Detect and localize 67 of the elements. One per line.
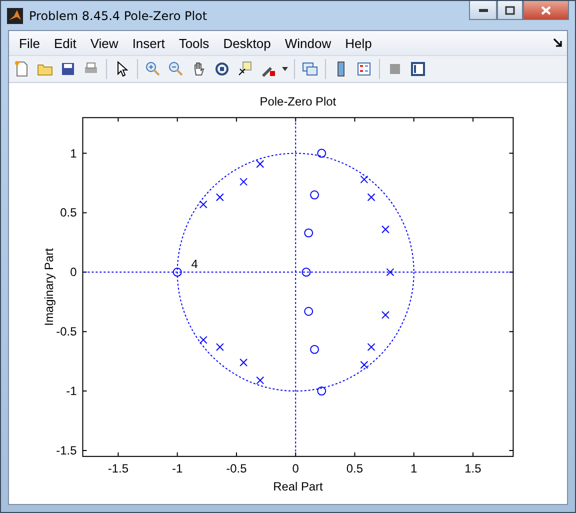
pole-marker: [216, 343, 224, 352]
pole-marker: [386, 268, 394, 276]
close-button[interactable]: [523, 1, 569, 20]
pole-marker: [360, 175, 368, 184]
pole-marker: [256, 376, 264, 384]
restore-icon: [505, 6, 515, 14]
y-tick-label: 0.5: [60, 206, 77, 220]
x-tick-label: 0: [292, 461, 299, 476]
linked-windows-icon: [302, 61, 318, 77]
pole-marker: [240, 358, 248, 366]
x-tick-label: -0.5: [226, 461, 247, 476]
minimize-button[interactable]: [469, 1, 497, 20]
panel-frame-icon: [410, 61, 426, 77]
pole-marker: [256, 160, 264, 168]
minimize-icon: [478, 8, 488, 12]
menu-item[interactable]: Insert: [126, 34, 173, 52]
chart-title: Pole-Zero Plot: [260, 94, 336, 109]
y-tick-label: 1: [70, 146, 77, 160]
zero-marker: [172, 268, 182, 277]
x-tick-label: 0.5: [346, 461, 364, 476]
zero-marker: [302, 268, 311, 277]
square-icon: [387, 61, 403, 77]
pole-marker: [381, 225, 390, 234]
multiplicity-label: 4: [191, 257, 198, 272]
zero-marker: [310, 344, 319, 354]
pole-marker: [199, 200, 208, 208]
x-axis-label: Real Part: [273, 479, 323, 494]
close-icon: [541, 6, 551, 14]
pole-marker: [381, 310, 390, 319]
rotate-icon: [214, 61, 230, 77]
zero-marker: [304, 228, 314, 238]
menu-item[interactable]: Window: [278, 34, 340, 52]
zero-marker: [317, 148, 326, 158]
data-cursor-icon: [237, 61, 253, 77]
blank-page-icon: [14, 61, 30, 77]
y-tick-label: -1: [66, 384, 77, 398]
menu-item[interactable]: View: [84, 34, 126, 52]
x-tick-label: 1.5: [464, 461, 482, 476]
y-tick-label: 0: [70, 265, 77, 280]
legend-icon: [356, 61, 372, 77]
app-logo-icon: [7, 8, 23, 24]
dock-arrow-icon[interactable]: [553, 38, 563, 48]
menu-item[interactable]: Edit: [48, 34, 84, 52]
x-tick-label: -1.5: [108, 461, 128, 476]
caret-icon: [282, 67, 288, 71]
x-tick-label: -1: [172, 461, 183, 476]
menu-item[interactable]: Desktop: [217, 34, 279, 52]
menu-item[interactable]: File: [13, 34, 48, 52]
pole-marker: [360, 360, 368, 369]
zero-marker: [304, 306, 314, 316]
pole-marker: [240, 178, 248, 186]
window-title: Problem 8.45.4 Pole-Zero Plot: [29, 8, 208, 22]
maximize-button[interactable]: [497, 1, 523, 20]
x-tick-label: 1: [410, 461, 418, 476]
pole-marker: [199, 336, 208, 344]
y-tick-label: -0.5: [56, 324, 77, 339]
menu-item[interactable]: Tools: [172, 34, 218, 52]
y-tick-label: -1.5: [56, 443, 77, 458]
zoom-out-icon: [168, 61, 184, 77]
pole-marker: [367, 193, 376, 202]
zero-marker: [317, 386, 326, 396]
pole-marker: [367, 343, 376, 352]
zero-marker: [310, 190, 319, 200]
y-axis-label: Imaginary Part: [42, 248, 56, 326]
pole-marker: [216, 193, 224, 202]
menu-item[interactable]: Help: [339, 34, 380, 52]
zoom-in-icon: [145, 61, 161, 77]
